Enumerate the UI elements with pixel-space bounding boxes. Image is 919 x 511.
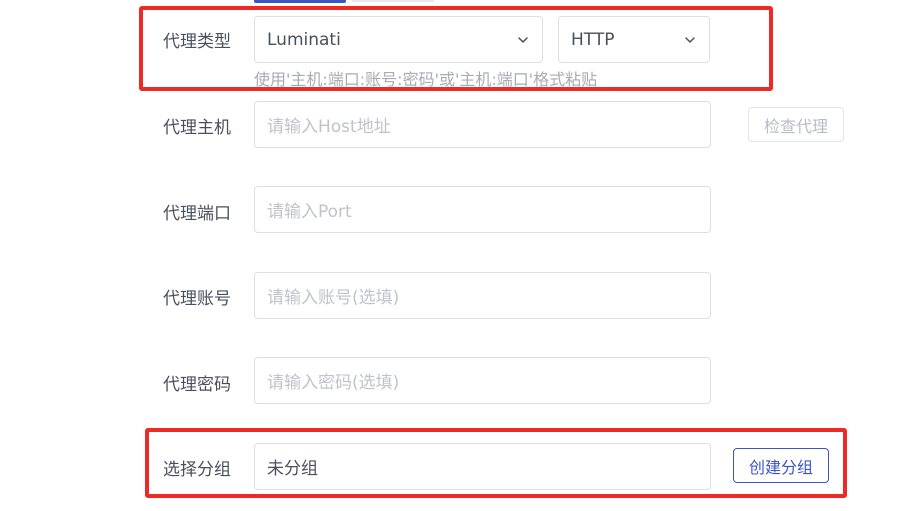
group-label: 选择分组 [163,460,231,480]
proxy-account-input[interactable]: 请输入账号(选填) [254,272,711,319]
check-proxy-button[interactable]: 检查代理 [748,107,844,142]
proxy-paste-hint: 使用'主机:端口:账号:密码'或'主机:端口'格式粘贴 [254,70,598,89]
proxy-password-input[interactable]: 请输入密码(选填) [254,357,711,404]
proxy-port-placeholder: 请输入Port [267,202,352,222]
proxy-host-label: 代理主机 [163,118,231,138]
active-tab-indicator [254,0,346,3]
group-select[interactable]: 未分组 [254,443,711,490]
tab-indicator [352,0,434,2]
proxy-host-input[interactable]: 请输入Host地址 [254,101,711,148]
proxy-password-placeholder: 请输入密码(选填) [267,373,400,393]
proxy-protocol-select[interactable]: HTTP [558,16,710,63]
proxy-provider-select[interactable]: Luminati [254,16,543,63]
proxy-port-label: 代理端口 [163,204,231,224]
chevron-down-icon [518,36,528,43]
chevron-down-icon [685,36,695,43]
proxy-password-label: 代理密码 [163,375,231,395]
group-value: 未分组 [267,459,318,479]
proxy-account-placeholder: 请输入账号(选填) [267,288,400,308]
proxy-host-placeholder: 请输入Host地址 [267,117,391,137]
create-group-button[interactable]: 创建分组 [733,448,829,483]
proxy-provider-value: Luminati [267,29,341,50]
proxy-protocol-value: HTTP [571,29,615,50]
proxy-account-label: 代理账号 [163,289,231,309]
proxy-type-label: 代理类型 [163,32,231,52]
proxy-settings-form: 代理类型 Luminati HTTP 使用'主机:端口:账号:密码'或'主机:端… [0,0,919,511]
proxy-port-input[interactable]: 请输入Port [254,186,711,233]
